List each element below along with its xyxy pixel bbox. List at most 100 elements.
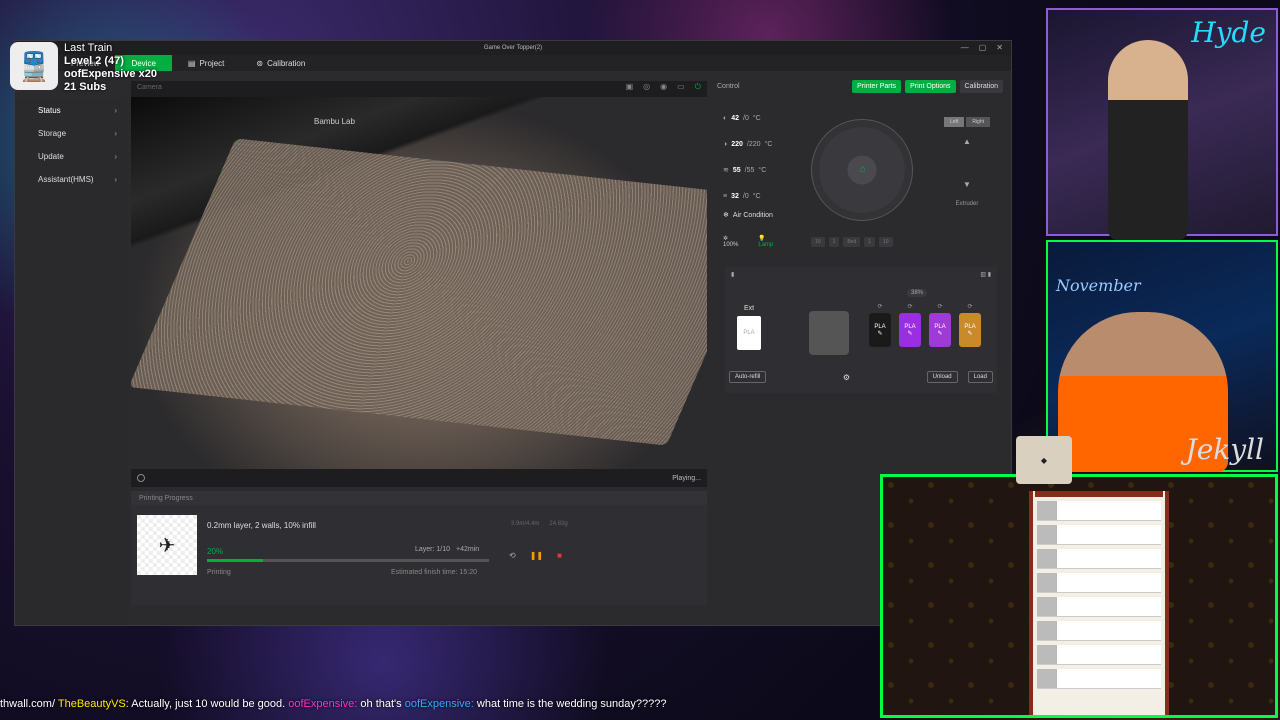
sidebar: Status › Storage › Update › Assistant(HMS) › (15, 99, 127, 625)
extrude-down-icon[interactable]: ▼ (963, 180, 971, 189)
external-spool[interactable]: Ext PLA (737, 305, 761, 350)
load-button[interactable]: Load (967, 371, 993, 383)
bed-down-1-button[interactable]: 1 (864, 237, 876, 247)
bed-z-controls: 10 1 Bed 1 10 (811, 237, 893, 247)
humidity-indicator: 38% (907, 289, 928, 297)
ams-tab-external-icon[interactable]: ▮ (731, 271, 734, 278)
stop-icon[interactable]: ■ (557, 551, 562, 560)
ams-slot-1[interactable]: ⟳ PLA ✎ (869, 303, 891, 347)
temp-current: 220 (731, 140, 743, 148)
chamber-temp[interactable]: ≡ 32/0 °C (723, 183, 772, 209)
bed-up-10-button[interactable]: 10 (811, 237, 825, 247)
sidebar-item-label: Status (38, 106, 61, 115)
progress-bar (207, 559, 489, 562)
model-thumbnail: ✈ (137, 515, 197, 575)
window-title: Game Over Topper(2) (483, 45, 543, 51)
browser-capture (880, 474, 1278, 718)
refresh-icon[interactable]: ⟳ (869, 303, 891, 313)
bed-up-1-button[interactable]: 1 (828, 237, 840, 247)
ams-slot-4[interactable]: ⟳ PLA ✎ (959, 303, 981, 347)
tab-project[interactable]: ▤ Project (172, 55, 240, 71)
bed-down-10-button[interactable]: 10 (879, 237, 893, 247)
unload-button[interactable]: Unload (926, 371, 958, 383)
timelapse-icon[interactable]: ◎ (643, 82, 650, 92)
bed-temp[interactable]: ≋ 55/55 °C (723, 157, 772, 183)
auto-refill-button[interactable]: Auto-refill (729, 371, 767, 383)
nozzle-right-temp[interactable]: ◑ 220/220 °C (723, 131, 772, 157)
chat-user: TheBeautyVS: (57, 698, 129, 710)
chat-message: what time is the wedding sunday????? (476, 698, 667, 710)
ams-actions: Auto-refill ⚙ Unload Load (725, 371, 997, 383)
extrude-up-icon[interactable]: ▲ (963, 137, 971, 146)
close-icon[interactable]: ✕ (996, 43, 1003, 52)
xy-jog-pad[interactable]: ⌂ (811, 119, 913, 221)
reprint-icon[interactable]: ⟲ (509, 551, 516, 560)
temp-unit: °C (758, 166, 767, 174)
overlay-subs: 21 Subs (64, 81, 107, 93)
lamp-control[interactable]: 💡 Lamp (758, 235, 773, 248)
temp-unit: °C (752, 192, 761, 200)
chevron-right-icon: › (114, 175, 117, 184)
job-length: 3.9m/4.4m (511, 521, 540, 527)
ams-slot-2[interactable]: ⟳ PLA ✎ (899, 303, 921, 347)
camera-power-icon[interactable]: ⏻ (695, 82, 701, 92)
video-icon[interactable]: ▭ (677, 82, 685, 92)
temp-current: 42 (731, 114, 740, 122)
edit-icon: ✎ (967, 330, 973, 337)
record-toggle-icon[interactable] (137, 474, 145, 482)
extruder-right-button[interactable]: Right (966, 117, 991, 127)
tab-calibration-label: Calibration (267, 58, 306, 68)
temp-unit: °C (752, 114, 761, 122)
chat-prefix: thwall.com/ (0, 698, 56, 710)
print-options-button[interactable]: Print Options (905, 79, 956, 93)
sidebar-item-storage[interactable]: Storage › (15, 122, 127, 145)
chat-user: oofExpensive: (288, 698, 358, 710)
ext-label: Ext (743, 305, 755, 312)
camera-header: Camera ▣ ◎ ◉ ▭ ⏻ (131, 81, 707, 93)
tab-calibration[interactable]: ⊚ Calibration (240, 55, 321, 71)
chevron-right-icon: › (114, 106, 117, 115)
refresh-icon[interactable]: ⟳ (929, 303, 951, 313)
temp-current: 32 (731, 192, 739, 200)
filament-tray: PLA ✎ (899, 313, 921, 347)
finish-time: Estimated finish time: 15:20 (391, 569, 477, 576)
list-item (1037, 621, 1161, 641)
sidebar-item-update[interactable]: Update › (15, 145, 127, 168)
sd-card-icon[interactable]: ▣ (626, 82, 634, 92)
sidebar-item-assistant[interactable]: Assistant(HMS) › (15, 168, 127, 191)
air-condition-label: Air Condition (732, 211, 773, 219)
list-item (1037, 669, 1161, 689)
filament-tray: PLA ✎ (869, 313, 891, 347)
nozzle-left-temp[interactable]: ◐ 42/0 °C (723, 105, 772, 131)
chamber-icon: ≡ (723, 192, 728, 200)
record-icon[interactable]: ◉ (660, 82, 667, 92)
refresh-icon[interactable]: ⟳ (959, 303, 981, 313)
extruder-left-button[interactable]: Left (943, 117, 965, 127)
pause-icon[interactable]: ❚❚ (530, 551, 543, 560)
ams-tab-main-icon[interactable]: ▥ ▮ (980, 271, 991, 278)
control-panel: Control Printer Parts Print Options Cali… (711, 77, 1009, 407)
settings-icon[interactable]: ⚙ (843, 373, 850, 382)
chevron-right-icon: › (114, 152, 117, 161)
chat-ticker: thwall.com/ TheBeautyVS: Actually, just … (0, 698, 880, 714)
home-icon[interactable]: ⌂ (856, 164, 870, 178)
stream-overlay: 🚆 Last Train Level 2 (47) oofExpensive x… (10, 42, 157, 94)
air-condition-button[interactable]: ❄ Air Condition (723, 211, 773, 220)
printer-parts-button[interactable]: Printer Parts (852, 79, 902, 93)
nozzle-icon: ◐ (723, 114, 728, 122)
bambu-studio-window: Game Over Topper(2) — ▢ ✕ Preview Device… (14, 40, 1012, 626)
ams-slot-3[interactable]: ⟳ PLA ✎ (929, 303, 951, 347)
calibration-button[interactable]: Calibration (959, 79, 1003, 93)
fan-control[interactable]: ✲ 100% (723, 235, 738, 248)
minimize-icon[interactable]: — (961, 43, 969, 52)
print-controls: ⟲ ❚❚ ■ (509, 551, 562, 560)
fan-lamp-row: ✲ 100% 💡 Lamp (723, 235, 773, 248)
refresh-icon[interactable]: ⟳ (899, 303, 921, 313)
forum-page (1029, 491, 1169, 715)
sidebar-item-status[interactable]: Status › (15, 99, 127, 122)
overlay-text: Last Train Level 2 (47) oofExpensive x20… (64, 42, 157, 94)
maximize-icon[interactable]: ▢ (979, 43, 987, 52)
project-icon: ▤ (187, 58, 196, 68)
lamp-icon: 💡 (758, 236, 766, 242)
fan-speed: 100% (723, 242, 739, 248)
